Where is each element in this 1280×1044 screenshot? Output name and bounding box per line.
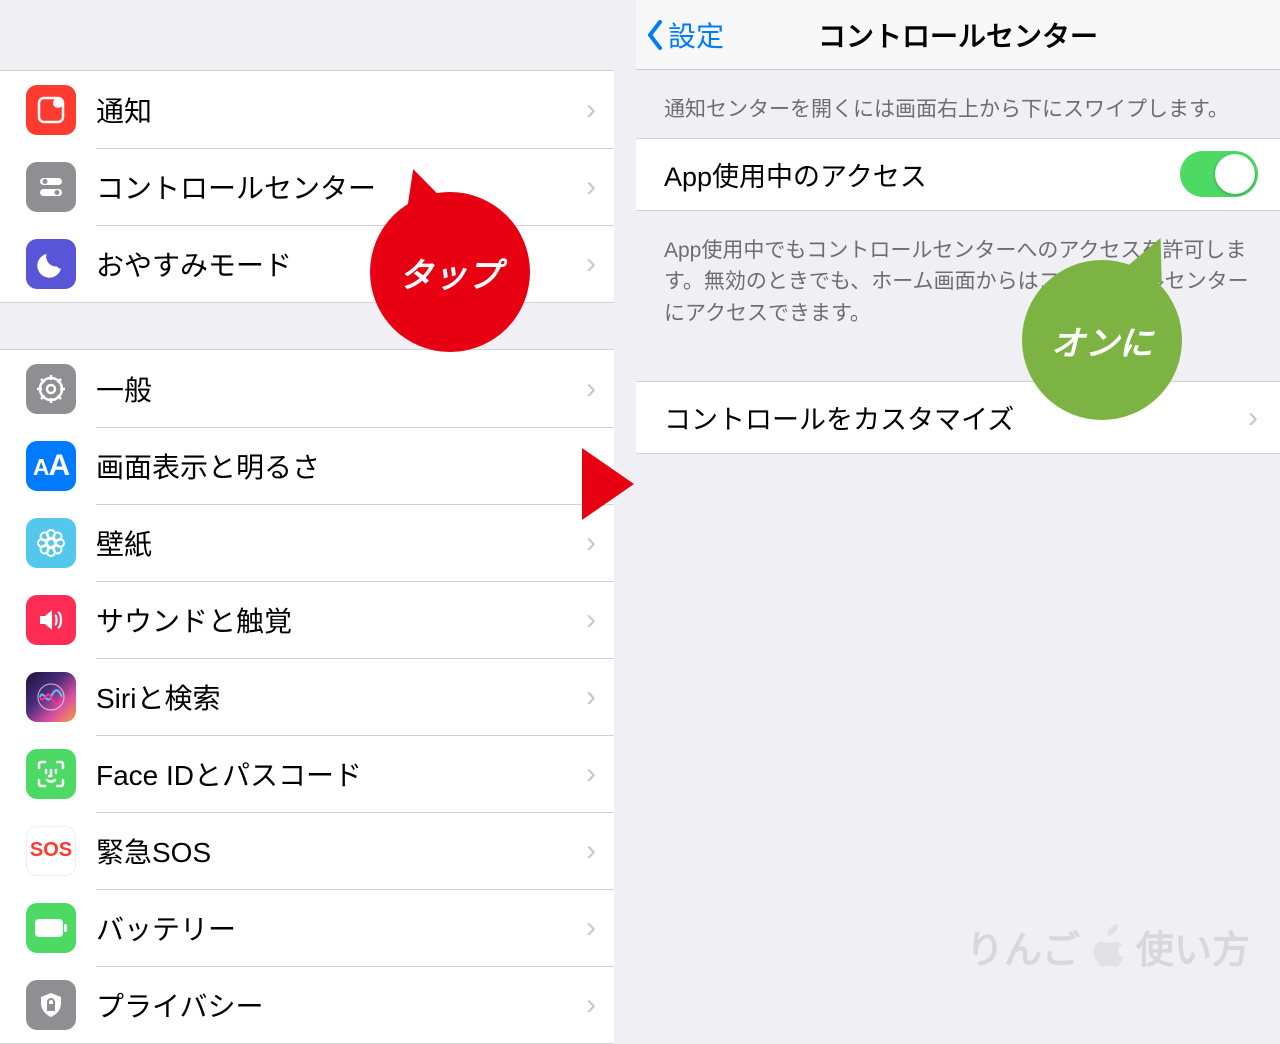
customize-label: コントロールをカスタマイズ bbox=[664, 398, 1014, 437]
chevron-right-icon: › bbox=[586, 911, 596, 945]
general-icon bbox=[26, 364, 76, 414]
display-icon: AA bbox=[26, 441, 76, 491]
settings-row-privacy[interactable]: プライバシー› bbox=[0, 966, 614, 1043]
settings-row-label: Face IDとパスコード bbox=[96, 754, 586, 794]
watermark: りんご 使い方 bbox=[966, 919, 1250, 974]
settings-root-list: 通知›コントロールセンター›おやすみモード› 一般›AA画面表示と明るさ›壁紙›… bbox=[0, 0, 614, 1000]
settings-row-label: 通知 bbox=[96, 90, 586, 130]
callout-tap: タップ bbox=[370, 192, 530, 352]
settings-row-label: コントロールセンター bbox=[96, 167, 586, 207]
settings-row-label: Siriと検索 bbox=[96, 677, 586, 717]
chevron-right-icon: › bbox=[586, 757, 596, 791]
settings-row-label: 緊急SOS bbox=[96, 831, 586, 871]
chevron-right-icon: › bbox=[586, 526, 596, 560]
chevron-right-icon: › bbox=[586, 247, 596, 281]
access-toggle[interactable] bbox=[1180, 151, 1258, 197]
control-center-icon bbox=[26, 162, 76, 212]
settings-row-battery[interactable]: バッテリー› bbox=[0, 889, 614, 966]
swipe-hint: 通知センターを開くには画面右上から下にスワイプします。 bbox=[636, 70, 1280, 138]
chevron-right-icon: › bbox=[586, 93, 596, 127]
access-label: App使用中のアクセス bbox=[664, 155, 927, 194]
chevron-right-icon: › bbox=[586, 988, 596, 1022]
chevron-right-icon: › bbox=[1248, 401, 1258, 435]
settings-row-label: サウンドと触覚 bbox=[96, 600, 586, 640]
step-arrow-icon bbox=[582, 448, 634, 520]
settings-group-2: 一般›AA画面表示と明るさ›壁紙›サウンドと触覚›Siriと検索›Face ID… bbox=[0, 349, 614, 1044]
settings-row-label: バッテリー bbox=[96, 908, 586, 948]
settings-row-siri[interactable]: Siriと検索› bbox=[0, 658, 614, 735]
settings-row-sounds[interactable]: サウンドと触覚› bbox=[0, 581, 614, 658]
settings-row-label: 一般 bbox=[96, 369, 586, 409]
privacy-icon bbox=[26, 980, 76, 1030]
customize-controls-row[interactable]: コントロールをカスタマイズ › bbox=[636, 381, 1280, 454]
do-not-disturb-icon bbox=[26, 239, 76, 289]
settings-row-label: 壁紙 bbox=[96, 523, 586, 563]
chevron-right-icon: › bbox=[586, 170, 596, 204]
settings-row-display[interactable]: AA画面表示と明るさ› bbox=[0, 427, 614, 504]
chevron-right-icon: › bbox=[586, 603, 596, 637]
settings-row-control-center[interactable]: コントロールセンター› bbox=[0, 148, 614, 225]
battery-icon bbox=[26, 903, 76, 953]
settings-row-sos[interactable]: SOS 緊急SOS› bbox=[0, 812, 614, 889]
watermark-text-a: りんご bbox=[966, 919, 1080, 974]
siri-icon bbox=[26, 672, 76, 722]
chevron-right-icon: › bbox=[586, 372, 596, 406]
settings-row-label: 画面表示と明るさ bbox=[96, 446, 586, 486]
settings-row-faceid[interactable]: Face IDとパスコード› bbox=[0, 735, 614, 812]
callout-on: オンに bbox=[1022, 260, 1182, 420]
apple-logo-icon bbox=[1088, 924, 1128, 970]
faceid-icon bbox=[26, 749, 76, 799]
watermark-text-b: 使い方 bbox=[1136, 919, 1250, 974]
sounds-icon bbox=[26, 595, 76, 645]
navbar: 設定 コントロールセンター bbox=[636, 0, 1280, 70]
settings-row-notifications[interactable]: 通知› bbox=[0, 71, 614, 148]
settings-row-wallpaper[interactable]: 壁紙› bbox=[0, 504, 614, 581]
settings-row-general[interactable]: 一般› bbox=[0, 350, 614, 427]
access-within-apps-row[interactable]: App使用中のアクセス bbox=[636, 138, 1280, 211]
chevron-right-icon: › bbox=[586, 680, 596, 714]
callout-on-text: オンに bbox=[1051, 316, 1153, 365]
sos-icon: SOS bbox=[26, 826, 76, 876]
chevron-right-icon: › bbox=[586, 834, 596, 868]
wallpaper-icon bbox=[26, 518, 76, 568]
settings-row-label: プライバシー bbox=[96, 985, 586, 1025]
callout-tap-text: タップ bbox=[399, 248, 501, 297]
control-center-screen: 設定 コントロールセンター 通知センターを開くには画面右上から下にスワイプします… bbox=[636, 0, 1280, 1000]
page-title: コントロールセンター bbox=[636, 15, 1280, 55]
notifications-icon bbox=[26, 85, 76, 135]
access-description: App使用中でもコントロールセンターへのアクセスを許可します。無効のときでも、ホ… bbox=[636, 211, 1280, 342]
